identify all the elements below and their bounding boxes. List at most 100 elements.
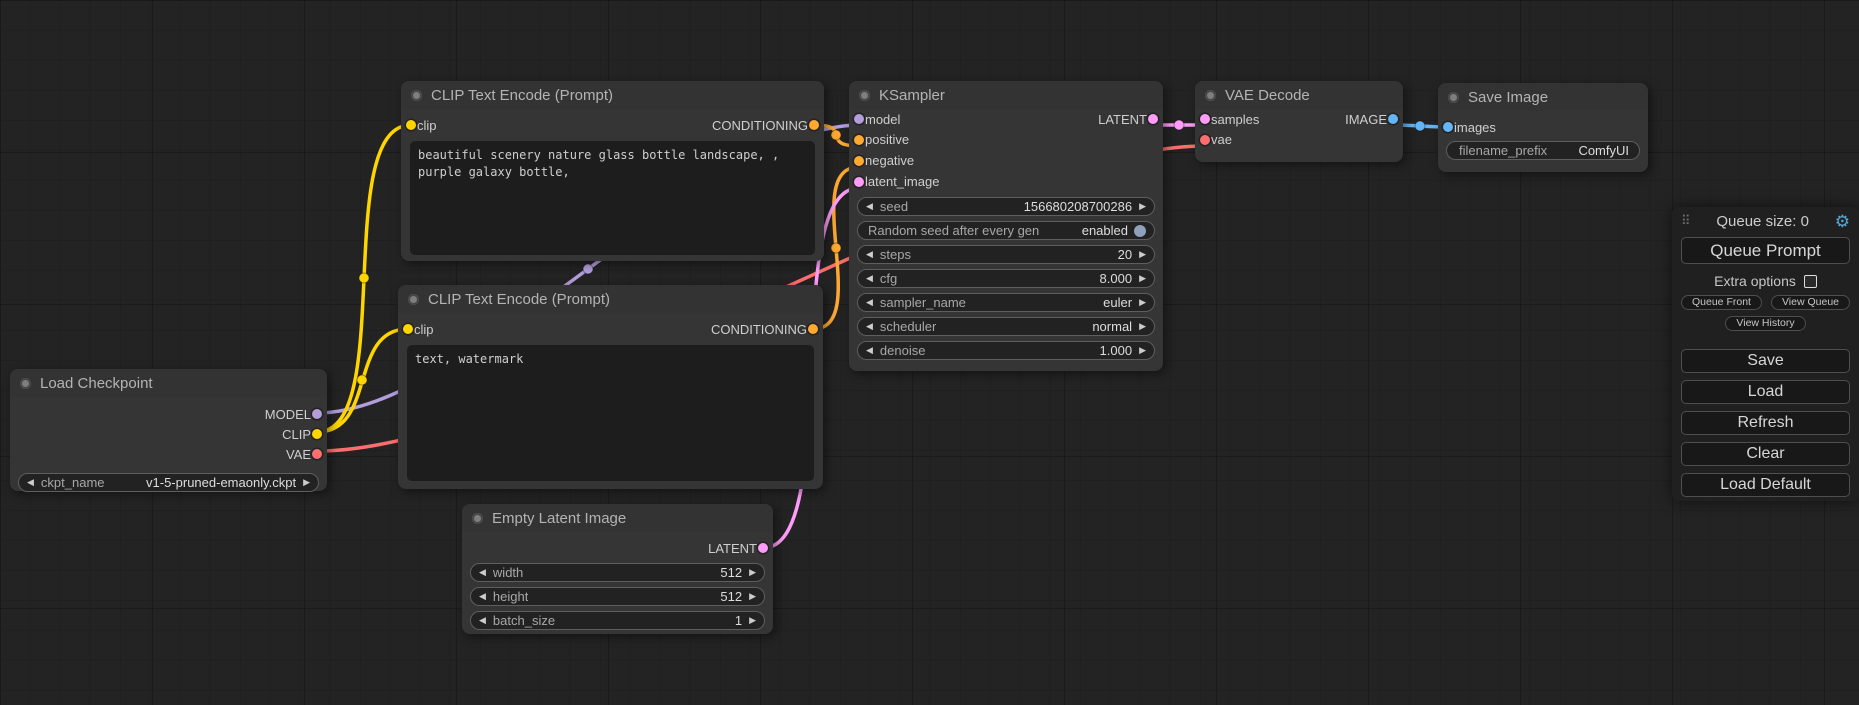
- conditioning-output-slot[interactable]: [809, 120, 819, 130]
- node-title-bar[interactable]: Save Image: [1438, 83, 1648, 111]
- view-queue-button[interactable]: View Queue: [1771, 295, 1850, 310]
- widget-label: ckpt_name: [41, 475, 105, 490]
- node-vae-decode[interactable]: VAE Decode samples IMAGE vae: [1195, 81, 1403, 162]
- increment-arrow-icon[interactable]: ▶: [749, 616, 756, 625]
- decrement-arrow-icon[interactable]: ◀: [27, 478, 34, 487]
- clear-button[interactable]: Clear: [1681, 442, 1850, 466]
- collapse-dot-icon[interactable]: [411, 90, 422, 101]
- model-output-slot[interactable]: [312, 409, 322, 419]
- decrement-arrow-icon[interactable]: ◀: [866, 274, 873, 283]
- widget-label: seed: [880, 199, 908, 214]
- load-button[interactable]: Load: [1681, 380, 1850, 404]
- decrement-arrow-icon[interactable]: ◀: [866, 298, 873, 307]
- collapse-dot-icon[interactable]: [472, 513, 483, 524]
- widget-value: 20: [1118, 247, 1132, 262]
- increment-arrow-icon[interactable]: ▶: [1139, 322, 1146, 331]
- decrement-arrow-icon[interactable]: ◀: [866, 322, 873, 331]
- image-output-slot[interactable]: [1388, 114, 1398, 124]
- latent-image-input-slot[interactable]: [854, 177, 864, 187]
- toggle-dot-icon[interactable]: [1134, 225, 1146, 237]
- output-row-model: MODEL: [10, 404, 327, 424]
- node-ksampler[interactable]: KSampler model LATENT positive negative …: [849, 81, 1163, 371]
- load-default-button[interactable]: Load Default: [1681, 473, 1850, 497]
- node-save-image[interactable]: Save Image images filename_prefix ComfyU…: [1438, 83, 1648, 172]
- model-input-slot[interactable]: [854, 114, 864, 124]
- increment-arrow-icon[interactable]: ▶: [749, 592, 756, 601]
- collapse-dot-icon[interactable]: [408, 294, 419, 305]
- node-empty-latent-image[interactable]: Empty Latent Image LATENT ◀ width 512 ▶ …: [462, 504, 773, 634]
- clip-input-slot[interactable]: [403, 324, 413, 334]
- decrement-arrow-icon[interactable]: ◀: [479, 616, 486, 625]
- node-load-checkpoint[interactable]: Load Checkpoint MODEL CLIP VAE ◀ ckpt_na…: [10, 369, 327, 491]
- denoise-widget[interactable]: ◀ denoise 1.000 ▶: [857, 341, 1155, 360]
- latent-output-slot[interactable]: [1148, 114, 1158, 124]
- model-output-label: MODEL: [265, 407, 311, 422]
- extra-options-checkbox[interactable]: [1804, 275, 1817, 288]
- node-title-bar[interactable]: KSampler: [849, 81, 1163, 109]
- collapse-dot-icon[interactable]: [1448, 92, 1459, 103]
- queue-prompt-button[interactable]: Queue Prompt: [1681, 237, 1850, 264]
- negative-input-slot[interactable]: [854, 156, 864, 166]
- increment-arrow-icon[interactable]: ▶: [1139, 298, 1146, 307]
- increment-arrow-icon[interactable]: ▶: [1139, 274, 1146, 283]
- collapse-dot-icon[interactable]: [859, 90, 870, 101]
- vae-output-label: VAE: [286, 447, 311, 462]
- increment-arrow-icon[interactable]: ▶: [1139, 250, 1146, 259]
- decrement-arrow-icon[interactable]: ◀: [866, 346, 873, 355]
- decrement-arrow-icon[interactable]: ◀: [479, 592, 486, 601]
- settings-gear-icon[interactable]: ⚙: [1835, 213, 1850, 230]
- increment-arrow-icon[interactable]: ▶: [303, 478, 310, 487]
- vae-output-slot[interactable]: [312, 449, 322, 459]
- decrement-arrow-icon[interactable]: ◀: [866, 250, 873, 259]
- cfg-widget[interactable]: ◀ cfg 8.000 ▶: [857, 269, 1155, 288]
- scheduler-widget[interactable]: ◀ scheduler normal ▶: [857, 317, 1155, 336]
- images-input-slot[interactable]: [1443, 122, 1453, 132]
- sampler-name-widget[interactable]: ◀ sampler_name euler ▶: [857, 293, 1155, 312]
- clip-output-slot[interactable]: [312, 429, 322, 439]
- node-graph-canvas[interactable]: Load Checkpoint MODEL CLIP VAE ◀ ckpt_na…: [0, 0, 1859, 705]
- clip-input-slot[interactable]: [406, 120, 416, 130]
- queue-front-button[interactable]: Queue Front: [1681, 295, 1762, 310]
- increment-arrow-icon[interactable]: ▶: [749, 568, 756, 577]
- extra-options-row: Extra options: [1672, 273, 1859, 289]
- node-clip-text-encode-positive[interactable]: CLIP Text Encode (Prompt) clip CONDITION…: [401, 81, 824, 261]
- node-title-bar[interactable]: VAE Decode: [1195, 81, 1403, 109]
- collapse-dot-icon[interactable]: [20, 378, 31, 389]
- random-seed-toggle-widget[interactable]: Random seed after every gen enabled: [857, 221, 1155, 240]
- steps-widget[interactable]: ◀ steps 20 ▶: [857, 245, 1155, 264]
- node-title-bar[interactable]: CLIP Text Encode (Prompt): [398, 285, 823, 313]
- slot-row: clip CONDITIONING: [401, 115, 824, 135]
- latent-output-slot[interactable]: [758, 543, 768, 553]
- node-title-bar[interactable]: Load Checkpoint: [10, 369, 327, 397]
- positive-prompt-textarea[interactable]: beautiful scenery nature glass bottle la…: [410, 141, 815, 255]
- drag-handle-icon[interactable]: ⠿: [1681, 213, 1691, 229]
- vae-input-slot[interactable]: [1200, 135, 1210, 145]
- node-clip-text-encode-negative[interactable]: CLIP Text Encode (Prompt) clip CONDITION…: [398, 285, 823, 489]
- seed-widget[interactable]: ◀ seed 156680208700286 ▶: [857, 197, 1155, 216]
- view-history-button[interactable]: View History: [1725, 316, 1805, 331]
- samples-input-slot[interactable]: [1200, 114, 1210, 124]
- height-widget[interactable]: ◀ height 512 ▶: [470, 587, 765, 606]
- filename-prefix-widget[interactable]: filename_prefix ComfyUI: [1446, 141, 1640, 160]
- collapse-dot-icon[interactable]: [1205, 90, 1216, 101]
- batch-size-widget[interactable]: ◀ batch_size 1 ▶: [470, 611, 765, 630]
- save-button[interactable]: Save: [1681, 349, 1850, 373]
- increment-arrow-icon[interactable]: ▶: [1139, 346, 1146, 355]
- node-title-bar[interactable]: Empty Latent Image: [462, 504, 773, 532]
- width-widget[interactable]: ◀ width 512 ▶: [470, 563, 765, 582]
- decrement-arrow-icon[interactable]: ◀: [479, 568, 486, 577]
- conditioning-output-label: CONDITIONING: [712, 118, 808, 133]
- conditioning-output-label: CONDITIONING: [711, 322, 807, 337]
- negative-prompt-textarea[interactable]: text, watermark: [407, 345, 814, 481]
- slot-row-samples-image: samples IMAGE: [1195, 109, 1403, 129]
- widget-value: 8.000: [1100, 271, 1133, 286]
- widget-label: denoise: [880, 343, 926, 358]
- conditioning-output-slot[interactable]: [808, 324, 818, 334]
- positive-input-slot[interactable]: [854, 135, 864, 145]
- ckpt-name-widget[interactable]: ◀ ckpt_name v1-5-pruned-emaonly.ckpt ▶: [18, 473, 319, 492]
- node-title-bar[interactable]: CLIP Text Encode (Prompt): [401, 81, 824, 109]
- decrement-arrow-icon[interactable]: ◀: [866, 202, 873, 211]
- link-midpoint-dot: [1415, 121, 1425, 131]
- refresh-button[interactable]: Refresh: [1681, 411, 1850, 435]
- increment-arrow-icon[interactable]: ▶: [1139, 202, 1146, 211]
